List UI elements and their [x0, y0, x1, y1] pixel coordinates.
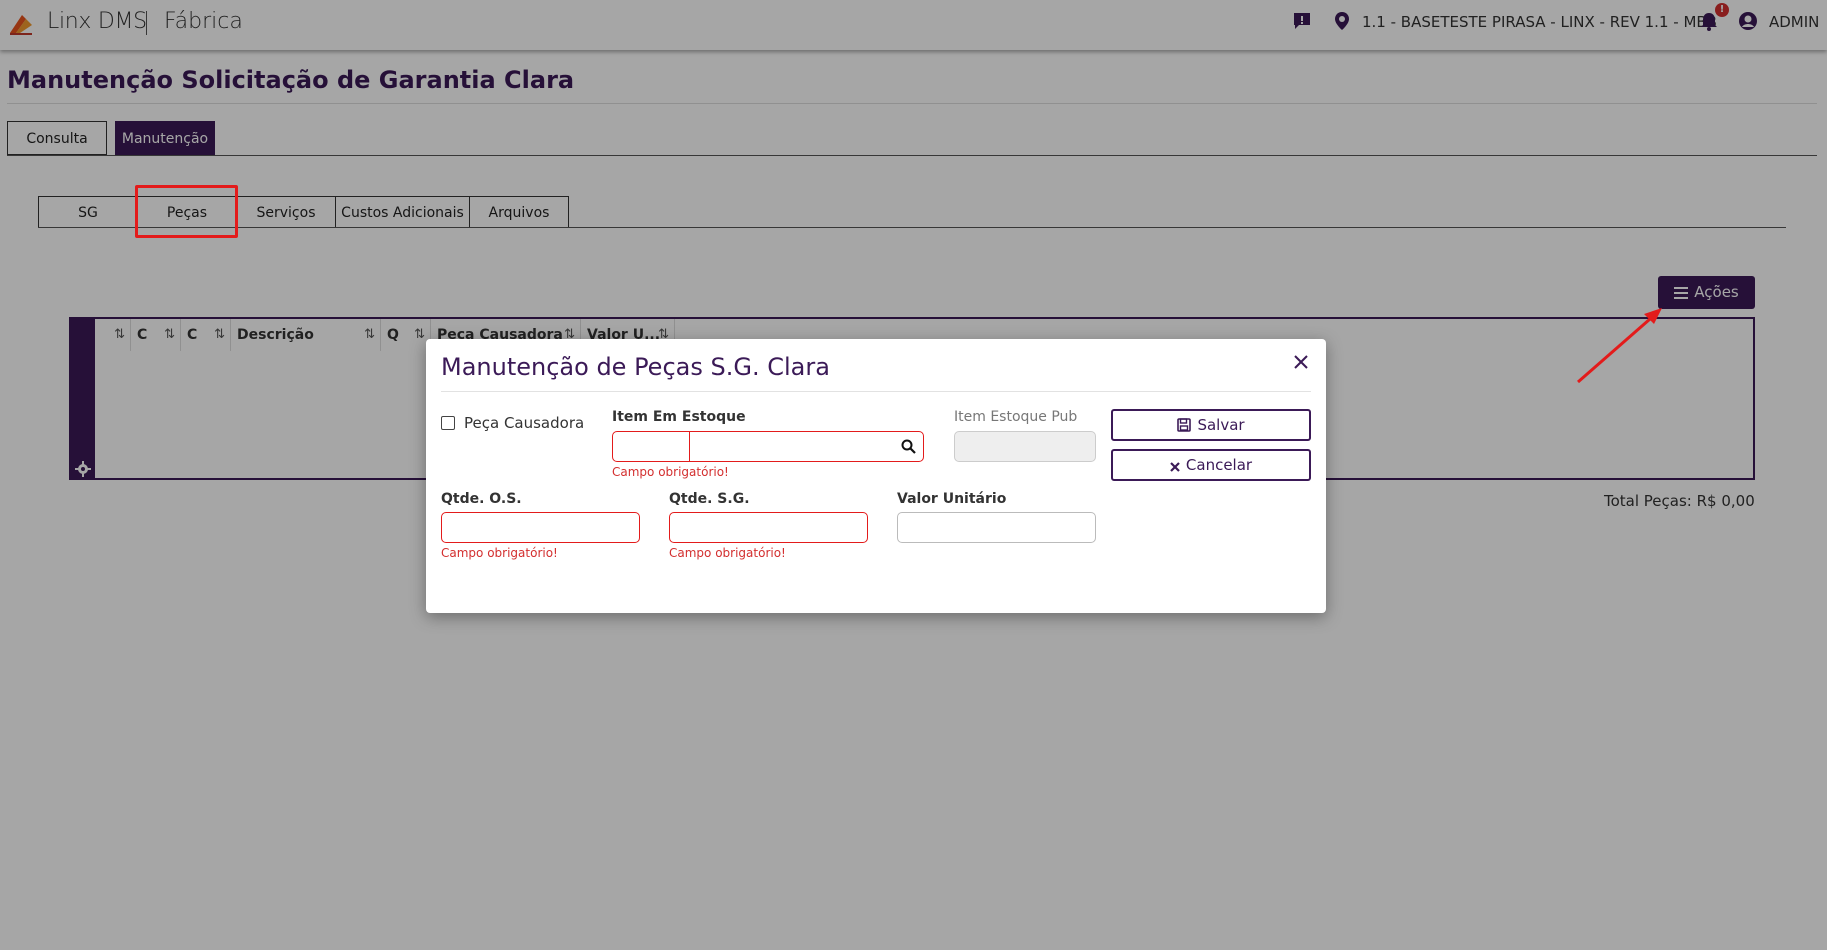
annotation-arrow-icon [1577, 308, 1662, 384]
annotation-highlight-box [135, 185, 238, 238]
x-mark-icon [1170, 462, 1180, 472]
modal-title: Manutenção de Peças S.G. Clara [441, 353, 830, 381]
cancel-button[interactable]: Cancelar [1111, 449, 1311, 481]
save-button-label: Salvar [1197, 416, 1245, 434]
qtde-sg-field[interactable] [669, 512, 868, 543]
peca-causadora-checkbox[interactable] [441, 416, 455, 430]
qtde-sg-label: Qtde. S.G. [669, 491, 750, 507]
valor-unitario-label: Valor Unitário [897, 491, 1007, 507]
modal-divider [441, 391, 1311, 392]
item-estoque-pub-field [954, 431, 1096, 462]
cancel-button-label: Cancelar [1185, 456, 1253, 474]
close-icon[interactable] [1292, 353, 1310, 371]
item-estoque-label: Item Em Estoque [612, 409, 746, 425]
item-estoque-pub-label: Item Estoque Pub [954, 409, 1078, 425]
search-icon[interactable] [901, 439, 916, 454]
save-button[interactable]: Salvar [1111, 409, 1311, 441]
qtde-os-label: Qtde. O.S. [441, 491, 522, 507]
peca-causadora-label: Peça Causadora [464, 414, 585, 432]
item-estoque-split [689, 432, 690, 461]
valor-unitario-input[interactable] [898, 513, 1095, 542]
qtde-os-input[interactable] [442, 513, 639, 542]
qtde-os-error: Campo obrigatório! [441, 546, 558, 560]
qtde-os-field[interactable] [441, 512, 640, 543]
valor-unitario-field[interactable] [897, 512, 1096, 543]
item-estoque-error: Campo obrigatório! [612, 465, 729, 479]
parts-maintenance-modal: Manutenção de Peças S.G. Clara Peça Caus… [426, 339, 1326, 613]
floppy-disk-icon [1177, 418, 1192, 432]
item-estoque-field[interactable] [612, 431, 924, 462]
qtde-sg-error: Campo obrigatório! [669, 546, 786, 560]
qtde-sg-input[interactable] [670, 513, 867, 542]
